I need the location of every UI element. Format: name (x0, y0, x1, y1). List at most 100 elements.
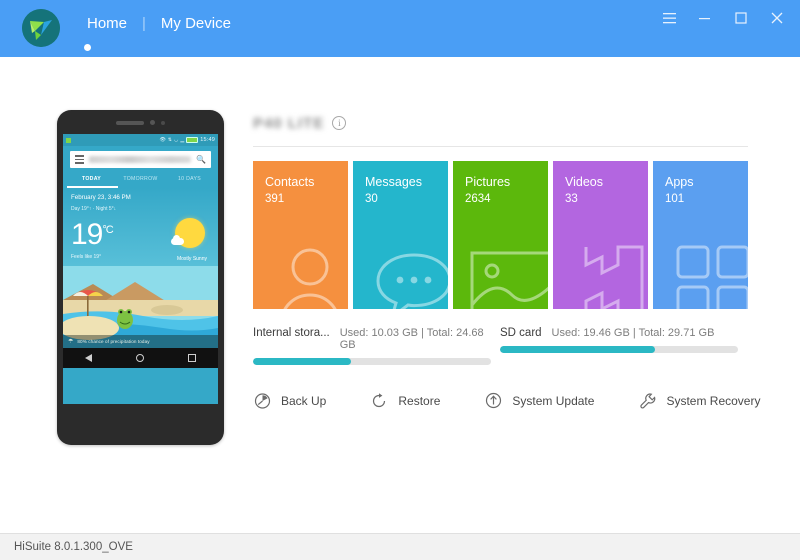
weather-day-night: Day 19°↑ · Night 5°↓ (71, 205, 117, 212)
tile-pictures[interactable]: Pictures 2634 (453, 161, 548, 309)
search-input[interactable] (89, 156, 192, 163)
storage-detail: Used: 19.46 GB | Total: 29.71 GB (551, 327, 715, 339)
tile-apps[interactable]: Apps 101 (653, 161, 748, 309)
storage-sdcard: SD card Used: 19.46 GB | Total: 29.71 GB (500, 327, 747, 365)
contact-person-icon (283, 248, 337, 309)
hisuite-logo-icon (22, 9, 60, 47)
tile-count: 30 (365, 193, 378, 205)
restore-arrow-icon (370, 391, 389, 410)
nav-tabs: Home | My Device (72, 14, 246, 34)
backup-clock-icon (253, 391, 272, 410)
close-button[interactable] (764, 6, 790, 30)
action-label: Restore (398, 393, 441, 408)
bluetooth-icon: ⇅ (167, 137, 172, 143)
info-icon[interactable]: i (332, 116, 347, 130)
menu-icon[interactable] (75, 155, 84, 164)
maximize-button[interactable] (728, 6, 754, 30)
back-button-icon[interactable] (85, 353, 92, 362)
wifi-icon: ◡ (174, 137, 179, 143)
weather-date: February 23, 3:46 PM (71, 193, 131, 201)
action-label: System Recovery (666, 393, 761, 408)
weather-panel: February 23, 3:46 PM Day 19°↑ · Night 5°… (63, 187, 218, 348)
status-right-icons: 👁 ⇅ ◡ ▁ 15:49 (159, 137, 215, 143)
nav-tab-home[interactable]: Home (72, 14, 142, 34)
recents-button-icon[interactable] (188, 353, 196, 362)
weather-tab-today[interactable]: TODAY (67, 173, 116, 186)
storage-progress-fill (500, 346, 655, 353)
tile-label: Pictures (465, 175, 511, 189)
weather-tab-10days[interactable]: 10 DAYS (165, 173, 214, 186)
phone-screen: 👁 ⇅ ◡ ▁ 15:49 🔍 TODAY TOMORROW 10 DAYS F… (63, 134, 218, 404)
header-divider (253, 146, 748, 147)
notification-led (161, 120, 165, 125)
phone-preview: 👁 ⇅ ◡ ▁ 15:49 🔍 TODAY TOMORROW 10 DAYS F… (57, 110, 224, 445)
weather-search-bar[interactable]: 🔍 (70, 151, 211, 168)
hisuite-window: Home | My Device 👁 ⇅ ◡ ▁ 15:49 🔍 TODAY T… (0, 0, 800, 560)
precipitation-text: 80% chance of precipitation today (77, 338, 150, 344)
version-label: HiSuite 8.0.1.300_OVE (14, 541, 133, 553)
phone-status-bar: 👁 ⇅ ◡ ▁ 15:49 (63, 134, 218, 146)
home-button-icon[interactable] (136, 353, 144, 362)
storage-label: Internal stora... (253, 327, 330, 339)
android-nav-bar (63, 347, 218, 368)
menu-button[interactable] (656, 6, 682, 30)
storage-progress-track (500, 346, 738, 353)
speech-bubble-icon (376, 253, 448, 309)
action-back-up[interactable]: Back Up (253, 391, 326, 410)
status-indicator-icon (66, 137, 71, 143)
tile-count: 101 (665, 193, 685, 205)
temperature-unit: °C (102, 223, 113, 236)
minimize-button[interactable] (692, 6, 718, 30)
tile-messages[interactable]: Messages 30 (353, 161, 448, 309)
storage-detail: Used: 10.03 GB | Total: 24.68 GB (339, 327, 484, 351)
umbrella-icon: ☂ (68, 338, 74, 345)
action-restore[interactable]: Restore (370, 391, 440, 410)
cloud-icon (171, 234, 184, 245)
up-arrow-circle-icon (484, 391, 503, 410)
tile-contacts[interactable]: Contacts 391 (253, 161, 348, 309)
weather-tabs: TODAY TOMORROW 10 DAYS (63, 171, 218, 186)
action-system-update[interactable]: System Update (484, 391, 594, 410)
signal-icon: ▁ (180, 137, 185, 143)
front-camera-icon (150, 120, 155, 125)
storage-progress-fill (253, 358, 351, 365)
nav-tab-my-device[interactable]: My Device (146, 14, 246, 34)
eye-icon: 👁 (159, 137, 166, 143)
app-grid-icon (676, 245, 748, 309)
phone-speaker-area (57, 120, 224, 125)
tile-count: 2634 (465, 193, 491, 205)
landscape-photo-icon (470, 251, 548, 309)
status-bar: HiSuite 8.0.1.300_OVE (0, 533, 800, 560)
status-clock: 15:49 (200, 137, 215, 143)
search-icon[interactable]: 🔍 (196, 155, 206, 164)
storage-internal: Internal stora... Used: 10.03 GB | Total… (253, 327, 500, 365)
main-panel: P40 LITE i Contacts 391 Messages 30 Pict… (253, 110, 760, 410)
weather-condition: Mostly Sunny (176, 255, 207, 262)
tile-label: Apps (665, 175, 694, 189)
battery-icon (186, 137, 199, 143)
storage-label: SD card (500, 327, 542, 339)
action-system-recovery[interactable]: System Recovery (638, 391, 760, 410)
tile-count: 391 (265, 193, 285, 205)
weather-search-row: 🔍 (63, 146, 218, 171)
storage-progress-track (253, 358, 491, 365)
weather-tab-tomorrow[interactable]: TOMORROW (116, 173, 165, 186)
earpiece-grill (116, 120, 144, 125)
temperature-value: 19 (71, 217, 103, 251)
action-label: System Update (512, 393, 595, 408)
tile-label: Messages (365, 175, 422, 189)
device-title-row: P40 LITE i (253, 110, 748, 136)
category-tiles: Contacts 391 Messages 30 Pictures 2634 V… (253, 161, 748, 309)
film-strip-icon (584, 245, 644, 309)
window-controls (656, 6, 790, 30)
tile-label: Contacts (265, 175, 315, 189)
storage-section: Internal stora... Used: 10.03 GB | Total… (253, 327, 748, 365)
tile-count: 33 (565, 193, 578, 205)
tile-label: Videos (565, 175, 603, 189)
wrench-icon (638, 391, 657, 410)
tile-videos[interactable]: Videos 33 (553, 161, 648, 309)
title-bar: Home | My Device (0, 0, 800, 57)
device-name: P40 LITE (253, 114, 325, 132)
precipitation-banner: ☂ 80% chance of precipitation today (63, 334, 218, 348)
action-bar: Back Up Restore System Update System Rec… (253, 391, 760, 410)
